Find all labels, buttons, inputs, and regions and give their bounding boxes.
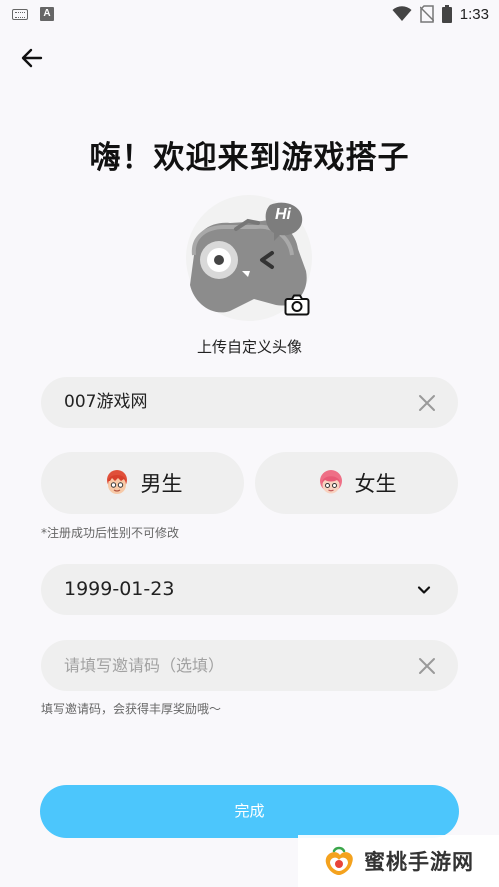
chevron-down-icon xyxy=(417,586,431,594)
back-button[interactable] xyxy=(16,44,48,72)
watermark: 蜜桃手游网 xyxy=(298,835,499,887)
nickname-input-value[interactable]: 007游戏网 xyxy=(64,377,147,428)
gender-female-label: 女生 xyxy=(354,472,397,496)
nickname-field[interactable]: 007游戏网 xyxy=(41,377,458,428)
status-left-icons: A xyxy=(12,7,54,21)
watermark-text: 蜜桃手游网 xyxy=(364,850,474,874)
status-bar: A 1:33 xyxy=(0,0,499,30)
done-button[interactable]: 完成 xyxy=(40,785,459,838)
gender-male-label: 男生 xyxy=(140,472,183,496)
camera-icon[interactable] xyxy=(284,294,310,316)
gender-female-option[interactable]: 女生 xyxy=(255,452,458,514)
close-icon[interactable] xyxy=(416,655,438,677)
status-clock: 1:33 xyxy=(459,5,489,23)
invite-code-note: 填写邀请码，会获得丰厚奖励哦～ xyxy=(41,702,222,716)
gender-male-option[interactable]: 男生 xyxy=(41,452,244,514)
gender-note: *注册成功后性别不可修改 xyxy=(41,526,180,540)
keyboard-icon xyxy=(12,8,28,20)
female-avatar-icon xyxy=(319,470,342,494)
avatar-upload-caption: 上传自定义头像 xyxy=(196,338,302,356)
status-right-icons: 1:33 xyxy=(392,5,489,23)
invite-code-field[interactable]: 请填写邀请码（选填） xyxy=(41,640,458,691)
battery-icon xyxy=(441,5,452,23)
birthday-value: 1999-01-23 xyxy=(64,578,175,600)
birthday-select[interactable]: 1999-01-23 xyxy=(41,564,458,615)
no-sim-icon xyxy=(419,5,434,23)
peach-logo-icon xyxy=(325,846,353,875)
a-notification-icon: A xyxy=(40,7,54,21)
close-icon[interactable] xyxy=(416,392,438,414)
avatar-hi-badge-text: Hi xyxy=(275,206,291,223)
wifi-icon xyxy=(392,6,412,21)
male-avatar-icon xyxy=(106,470,127,494)
invite-code-placeholder[interactable]: 请填写邀请码（选填） xyxy=(64,640,224,691)
arrow-left-icon xyxy=(21,48,43,68)
page-title: 嗨！欢迎来到游戏搭子 xyxy=(89,140,410,176)
